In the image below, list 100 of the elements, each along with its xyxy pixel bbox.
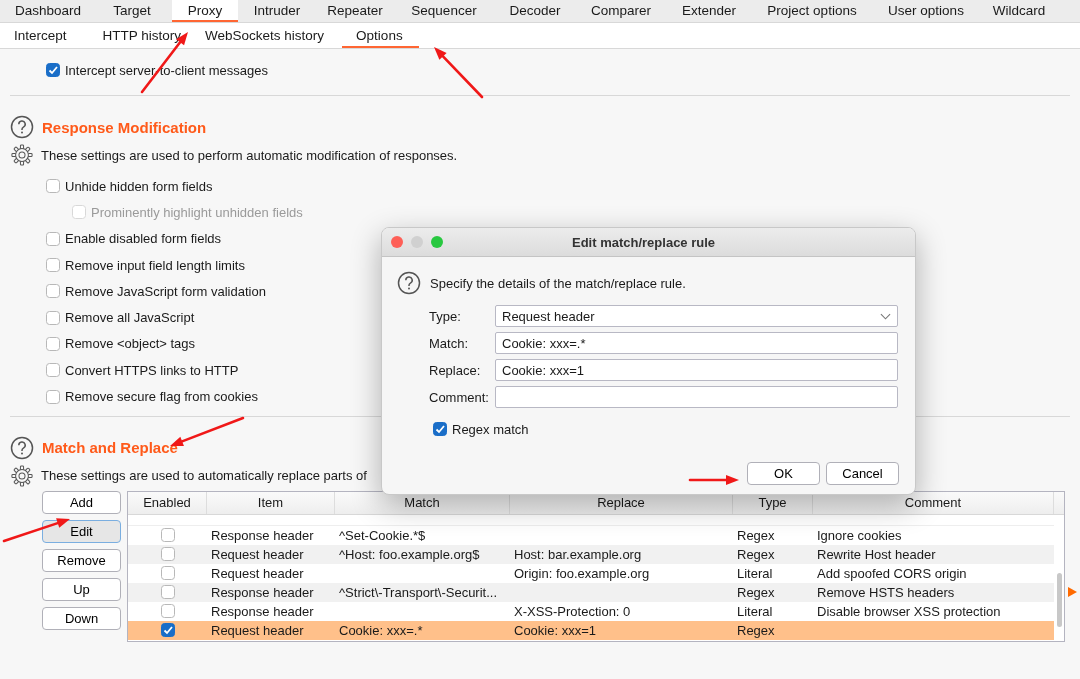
- button[interactable]: Remove: [42, 548, 121, 572]
- table-cell: Cookie: xxx=.*: [339, 622, 423, 638]
- checkbox[interactable]: [46, 310, 60, 325]
- table-cell: Disable browser XSS protection: [817, 603, 1001, 619]
- field-label: Comment:: [429, 389, 490, 405]
- button[interactable]: Down: [42, 606, 121, 630]
- dropdown[interactable]: Request header: [495, 305, 898, 327]
- table-cell: Add spoofed CORS origin: [817, 565, 967, 581]
- checkbox[interactable]: [46, 63, 60, 77]
- table-row[interactable]: Request header Origin: foo.example.org Literal Add spoofed CORS origin: [128, 563, 1054, 583]
- input-field[interactable]: Cookie: xxx=.*: [495, 332, 898, 354]
- tab[interactable]: User options: [872, 0, 980, 22]
- scrollbar[interactable]: [1057, 572, 1062, 627]
- checkbox-label: Unhide hidden form fields: [65, 178, 213, 194]
- checkbox[interactable]: [160, 528, 175, 543]
- column-header[interactable]: Item: [207, 491, 335, 514]
- checkbox[interactable]: [46, 284, 60, 299]
- table-cell: X-XSS-Protection: 0: [514, 603, 631, 619]
- table-cell: Rewrite Host header: [817, 546, 936, 562]
- zoom-button[interactable]: [431, 236, 443, 248]
- annotation-arrow: [2, 518, 70, 543]
- close-button[interactable]: [391, 236, 403, 248]
- button[interactable]: Edit: [42, 519, 121, 543]
- table-row[interactable]: Request header Cookie: xxx=.* Cookie: xxx=1 Regex: [128, 620, 1054, 640]
- checkbox[interactable]: [46, 258, 60, 273]
- section-title: Response Modification: [42, 118, 207, 136]
- tab[interactable]: Intercept: [4, 23, 81, 48]
- table-row[interactable]: Response header X-XSS-Protection: 0 Literal Disable browser XSS protection: [128, 601, 1054, 621]
- checkbox-label: Convert HTTPS links to HTTP: [65, 362, 239, 378]
- table-cell: Literal: [737, 565, 773, 581]
- help-icon: [397, 271, 421, 295]
- tab[interactable]: Proxy: [172, 0, 238, 22]
- checkbox[interactable]: [46, 231, 60, 246]
- tab[interactable]: Dashboard: [4, 0, 92, 22]
- tab[interactable]: Project options: [752, 0, 872, 22]
- settings-icon: [11, 464, 33, 487]
- tab[interactable]: Repeater: [316, 0, 394, 22]
- minimize-button[interactable]: [411, 236, 423, 248]
- checkbox[interactable]: [46, 179, 60, 194]
- chevron-down-icon: [880, 312, 891, 320]
- table-row[interactable]: Request header ^Host: foo.example.org$ Host: bar.example.org Regex Rewrite Host header: [128, 544, 1054, 564]
- button[interactable]: Add: [42, 490, 121, 514]
- table-cell: Origin: foo.example.org: [514, 565, 650, 581]
- checkbox-label: Remove secure flag from cookies: [65, 389, 258, 404]
- checkbox[interactable]: [160, 623, 175, 638]
- button[interactable]: Up: [42, 577, 121, 601]
- table-cell: Request header: [211, 622, 304, 638]
- tab[interactable]: WebSockets history: [195, 23, 343, 48]
- checkbox[interactable]: [160, 604, 175, 619]
- settings-icon: [11, 144, 33, 166]
- table-cell: Regex: [737, 622, 775, 638]
- checkbox[interactable]: [433, 422, 447, 437]
- tab[interactable]: HTTP history: [80, 23, 196, 48]
- checkbox-label: Remove JavaScript form validation: [65, 283, 266, 299]
- checkbox-label: Regex match: [452, 421, 529, 437]
- table-cell: ^Host: foo.example.org$: [339, 546, 480, 562]
- table-cell: Regex: [737, 584, 775, 600]
- checkbox[interactable]: [46, 389, 60, 404]
- tab[interactable]: Comparer: [576, 0, 666, 22]
- checkbox-label: Remove <object> tags: [65, 336, 196, 352]
- checkbox[interactable]: [160, 547, 175, 562]
- tab[interactable]: Options: [342, 23, 419, 48]
- section-description: These settings are used to automatically replace parts of: [41, 468, 367, 484]
- table-cell: Cookie: xxx=1: [514, 622, 596, 638]
- tab[interactable]: Wildcard: [980, 0, 1058, 22]
- table-cell: Request header: [211, 565, 304, 581]
- tab[interactable]: Target: [92, 0, 172, 22]
- column-header[interactable]: Enabled: [128, 491, 207, 514]
- dialog-message: Specify the details of the match/replace rule.: [430, 275, 686, 291]
- table-cell: Response header: [211, 584, 314, 600]
- table-cell: Ignore cookies: [817, 527, 902, 543]
- table-row[interactable]: Response header ^Strict\-Transport\-Securit... Regex Remove HSTS headers: [128, 582, 1054, 602]
- triangle-icon: [1068, 587, 1077, 597]
- checkbox[interactable]: [46, 336, 60, 351]
- tab[interactable]: Sequencer: [394, 0, 494, 22]
- field-label: Replace:: [429, 362, 482, 378]
- table-cell: ^Set-Cookie.*$: [339, 527, 426, 543]
- table-cell: Request header: [211, 546, 304, 562]
- checkbox-label: Remove input field length limits: [65, 257, 245, 273]
- annotation-arrow: [434, 47, 484, 99]
- checkbox[interactable]: [46, 363, 60, 378]
- help-icon: [10, 435, 34, 460]
- tab[interactable]: Intruder: [238, 0, 316, 22]
- table-cell: ^Strict\-Transport\-Securit...: [339, 584, 498, 600]
- input-field[interactable]: Cookie: xxx=1: [495, 359, 898, 381]
- annotation-arrow: [688, 475, 739, 485]
- table-cell: Remove HSTS headers: [817, 584, 955, 600]
- tab[interactable]: Decoder: [494, 0, 576, 22]
- field-label: Type:: [429, 308, 462, 324]
- button[interactable]: Cancel: [826, 462, 899, 486]
- table-cell: Response header: [211, 603, 314, 619]
- table-row[interactable]: Response header ^Set-Cookie.*$ Regex Ignore cookies: [128, 525, 1054, 545]
- checkbox-label: Enable disabled form fields: [65, 231, 222, 247]
- checkbox[interactable]: [160, 585, 175, 600]
- tab[interactable]: Extender: [666, 0, 752, 22]
- window-title: Edit match/replace rule: [572, 234, 716, 250]
- table-cell: Regex: [737, 546, 775, 562]
- input-field[interactable]: [495, 386, 898, 408]
- checkbox[interactable]: [160, 566, 175, 581]
- button[interactable]: OK: [747, 462, 820, 486]
